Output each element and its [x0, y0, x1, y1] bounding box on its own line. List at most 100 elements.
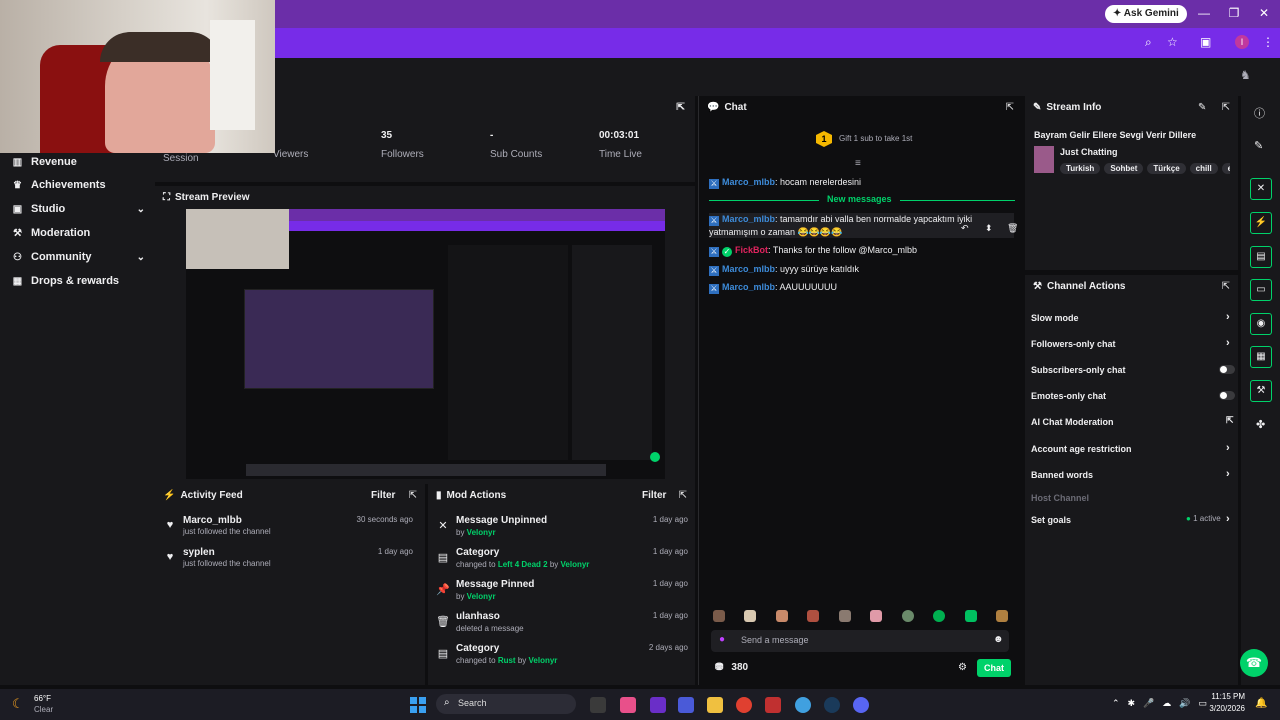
weather-temp[interactable]: 66°F [34, 694, 51, 703]
rail-document-icon[interactable]: ▤ [1250, 246, 1272, 268]
sidebar-item-studio[interactable]: ▣ Studio ⌄ [12, 200, 145, 218]
chrome-active-icon[interactable] [795, 697, 811, 713]
emote-icon[interactable] [838, 610, 851, 622]
ask-gemini-button[interactable]: ✦ Ask Gemini [1105, 5, 1187, 23]
channel-action-subscribers-only-chat[interactable]: Subscribers-only chat [1031, 361, 1235, 379]
channel-action-followers-only-chat[interactable]: Followers-only chat › [1031, 335, 1231, 353]
sidebar-item-achievements[interactable]: ♛ Achievements [12, 176, 145, 194]
browser-menu-icon[interactable]: ⋮ [1262, 35, 1274, 49]
emote-icon[interactable] [744, 610, 757, 622]
rail-layout-icon[interactable]: ▦ [1250, 346, 1272, 368]
channel-action-ai-chat-moderation[interactable]: AI Chat Moderation ⇱ [1031, 413, 1234, 431]
wrench-icon: ⚒ [13, 227, 22, 239]
chrome-icon[interactable] [736, 697, 752, 713]
activity-filter-button[interactable]: Filter [371, 490, 395, 501]
notification-bell-icon[interactable]: 🔔 [1255, 698, 1267, 709]
sidebar-item-community[interactable]: ⚇ Community ⌄ [12, 248, 145, 266]
mod-action-item[interactable]: 📌 Message Pinned by Velonyr 1 day ago [436, 579, 688, 609]
popout-icon[interactable]: ⇱ [676, 102, 684, 113]
stream-preview-video[interactable] [186, 209, 665, 479]
copilot-icon[interactable] [620, 697, 636, 713]
rail-quick-action-icon[interactable]: ✕ [1250, 178, 1272, 200]
mod-action-item[interactable]: 🗑 ulanhaso deleted a message 1 day ago [436, 611, 688, 641]
emote-icon[interactable] [995, 610, 1008, 622]
chat-message[interactable]: ⚔ Marco_mlbb: AAUUUUUUU [709, 281, 1014, 294]
minimize-icon[interactable]: — [1196, 6, 1212, 20]
zoom-icon[interactable]: ⌕ [1145, 35, 1152, 50]
preview-icon: ⛶ [163, 192, 170, 203]
edit-pencil-icon[interactable]: ✎ [1254, 139, 1263, 152]
reply-icon[interactable]: ↶ [961, 223, 969, 234]
sidebar-item-moderation[interactable]: ⚒ Moderation [12, 224, 145, 242]
emote-icon[interactable] [713, 610, 725, 622]
popout-icon[interactable]: ⇱ [679, 490, 687, 501]
channel-action-slow-mode[interactable]: Slow mode › [1031, 309, 1231, 327]
channel-action-account-age-restriction[interactable]: Account age restriction › [1031, 440, 1231, 458]
windows-start-icon[interactable] [410, 697, 426, 713]
rail-broadcast-icon[interactable]: ◉ [1250, 313, 1272, 335]
task-view-icon[interactable] [590, 697, 606, 713]
info-circle-icon[interactable]: ⓘ [1254, 105, 1265, 121]
chat-send-button[interactable]: Chat [977, 659, 1011, 677]
chat-message[interactable]: ⚔ Marco_mlbb: hocam nerelerdesini [709, 176, 1014, 189]
toggle-switch[interactable] [1219, 391, 1235, 400]
sidebar-item-revenue[interactable]: ▥ Revenue [12, 153, 145, 171]
emote-icon[interactable] [933, 610, 946, 622]
feed-item[interactable]: ♥ Marco_mlbb just followed the channel 3… [163, 515, 413, 545]
chat-message[interactable]: ⚔ ✓ FickBot: Thanks for the follow @Marco_… [709, 244, 1014, 257]
rail-wrench-icon[interactable]: ⚒ [1250, 380, 1272, 402]
chat-input[interactable]: Send a message [741, 635, 809, 645]
sidebar-item-drops-rewards[interactable]: ▦ Drops & rewards [12, 272, 145, 290]
gift-sub-label[interactable]: Gift 1 sub to take 1st [839, 134, 912, 143]
floating-action-button[interactable]: ☎ [1240, 649, 1268, 677]
rail-chat-icon[interactable]: ▭ [1250, 279, 1272, 301]
mod-action-item[interactable]: ✕ Message Unpinned by Velonyr 1 day ago [436, 515, 688, 545]
windows-taskbar [0, 689, 1280, 720]
file-explorer-icon[interactable] [707, 697, 723, 713]
pin-icon[interactable]: ⬍ [985, 223, 993, 234]
profile-avatar[interactable]: I [1235, 35, 1249, 49]
user-menu-icon[interactable]: ♞ [1240, 68, 1251, 82]
rail-extensions-icon[interactable]: ✤ [1256, 418, 1265, 431]
channel-action-banned-words[interactable]: Banned words › [1031, 466, 1231, 484]
close-icon[interactable]: ✕ [1256, 6, 1272, 20]
steam-icon[interactable] [824, 697, 840, 713]
emoji-icon[interactable]: ☻ [993, 634, 1004, 645]
settings-gear-icon[interactable]: ⚙ [958, 662, 967, 673]
taskbar-search-box[interactable]: ⌕ Search [436, 694, 576, 714]
emote-icon[interactable] [775, 610, 788, 622]
extensions-icon[interactable]: ▣ [1200, 35, 1211, 49]
emote-icon[interactable] [870, 610, 883, 622]
discord-icon[interactable] [853, 697, 869, 713]
emote-icon[interactable] [964, 610, 977, 622]
collapse-icon[interactable]: ≡ [855, 158, 861, 169]
bookmark-star-icon[interactable]: ☆ [1167, 35, 1178, 49]
mod-filter-button[interactable]: Filter [642, 490, 666, 501]
edit-icon[interactable]: ✎ [1198, 102, 1206, 113]
chat-input-box[interactable]: ● Send a message ☻ [711, 630, 1009, 652]
rail-lightning-icon[interactable]: ⚡ [1250, 212, 1272, 234]
popout-icon[interactable]: ⇱ [409, 490, 417, 501]
mod-action-item[interactable]: ▤ Category changed to Left 4 Dead 2 by Vel… [436, 547, 688, 577]
emote-icon[interactable] [901, 610, 914, 622]
popout-icon[interactable]: ⇱ [1222, 102, 1230, 113]
channel-action-set-goals[interactable]: Set goals › ● 1 active [1031, 511, 1231, 529]
delete-icon[interactable]: 🗑 [1007, 223, 1018, 234]
game-launcher-icon[interactable] [765, 697, 781, 713]
popout-icon[interactable]: ⇱ [1006, 102, 1014, 113]
channel-action-emotes-only-chat[interactable]: Emotes-only chat [1031, 387, 1235, 405]
popout-icon[interactable]: ⇱ [1222, 281, 1230, 292]
feed-item[interactable]: ♥ syplen just followed the channel 1 day… [163, 547, 413, 577]
headset [100, 32, 220, 62]
heart-icon: ♥ [166, 519, 174, 531]
teams-icon[interactable] [678, 697, 694, 713]
maximize-icon[interactable]: ❐ [1226, 6, 1242, 20]
microphone-icon[interactable]: ● [719, 634, 725, 645]
toggle-switch[interactable] [1219, 365, 1235, 374]
emote-icon[interactable] [807, 610, 820, 622]
chat-message[interactable]: ⚔ Marco_mlbb: uyyy sürüye katıldık [709, 263, 1014, 276]
mod-action-item[interactable]: ▤ Category changed to Rust by Velonyr 2 day… [436, 643, 688, 673]
app-icon[interactable] [650, 697, 666, 713]
taskbar-clock-time[interactable]: 11:15 PM [1205, 692, 1245, 701]
channel-points[interactable]: ⛃ 380 [715, 662, 748, 673]
